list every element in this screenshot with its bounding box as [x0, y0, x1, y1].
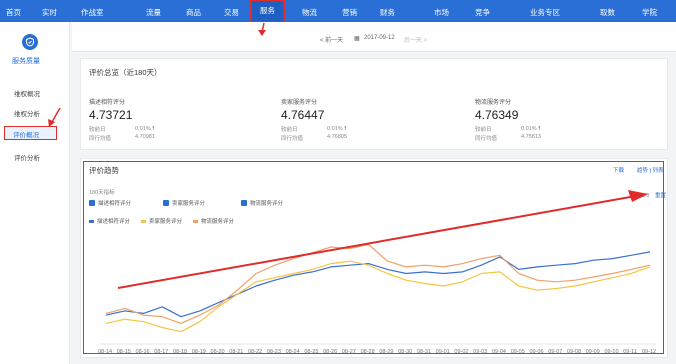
- trend-highlight-box: [83, 161, 664, 354]
